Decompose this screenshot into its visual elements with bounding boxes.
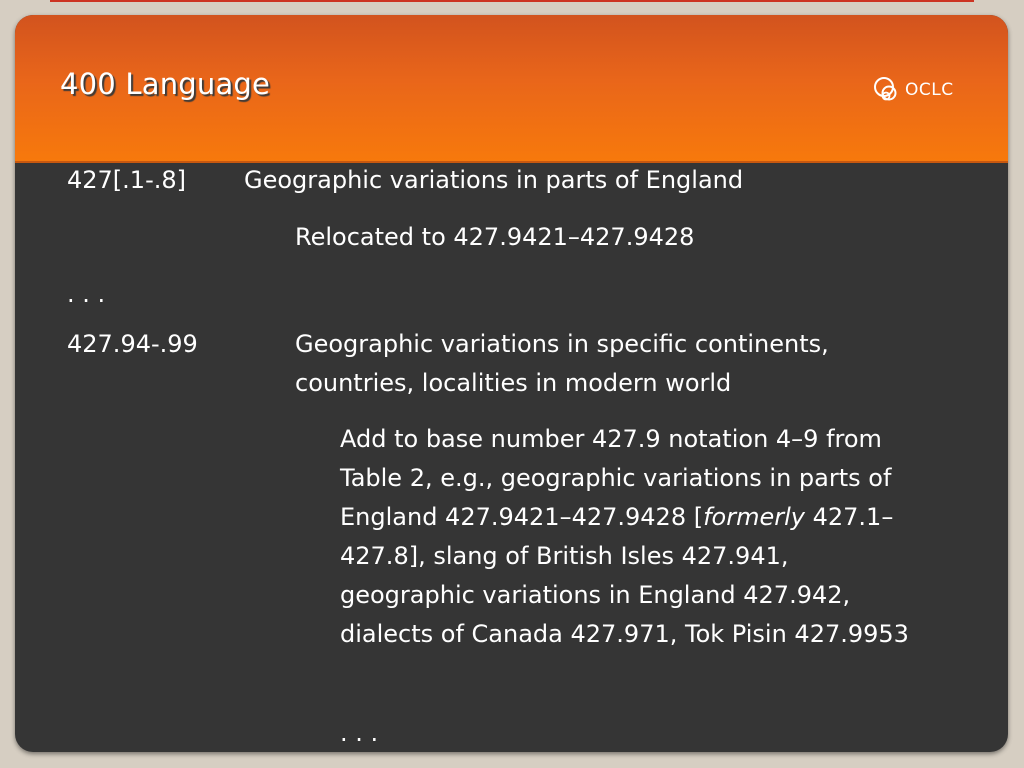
entry-note: Relocated to 427.9421–427.9428 — [295, 223, 695, 251]
entry-heading: Geographic variations in parts of Englan… — [244, 166, 744, 194]
entry-heading-line: countries, localities in modern world — [295, 369, 732, 397]
ellipsis: . . . — [340, 719, 379, 747]
entry-add-note: Add to base number 427.9 notation 4–9 fr… — [340, 420, 930, 654]
note-italic-text: formerly — [703, 503, 805, 531]
ellipsis: . . . — [67, 280, 106, 308]
entry-heading-line: Geographic variations in specific contin… — [295, 330, 829, 358]
top-rule — [50, 0, 974, 2]
slide: 400 Language OCLC 427[.1-.8] Geographic … — [15, 15, 1008, 752]
entry-number: 427.94-.99 — [67, 330, 198, 358]
entry-number: 427[.1-.8] — [67, 166, 186, 194]
slide-body: 427[.1-.8] Geographic variations in part… — [15, 15, 1008, 752]
